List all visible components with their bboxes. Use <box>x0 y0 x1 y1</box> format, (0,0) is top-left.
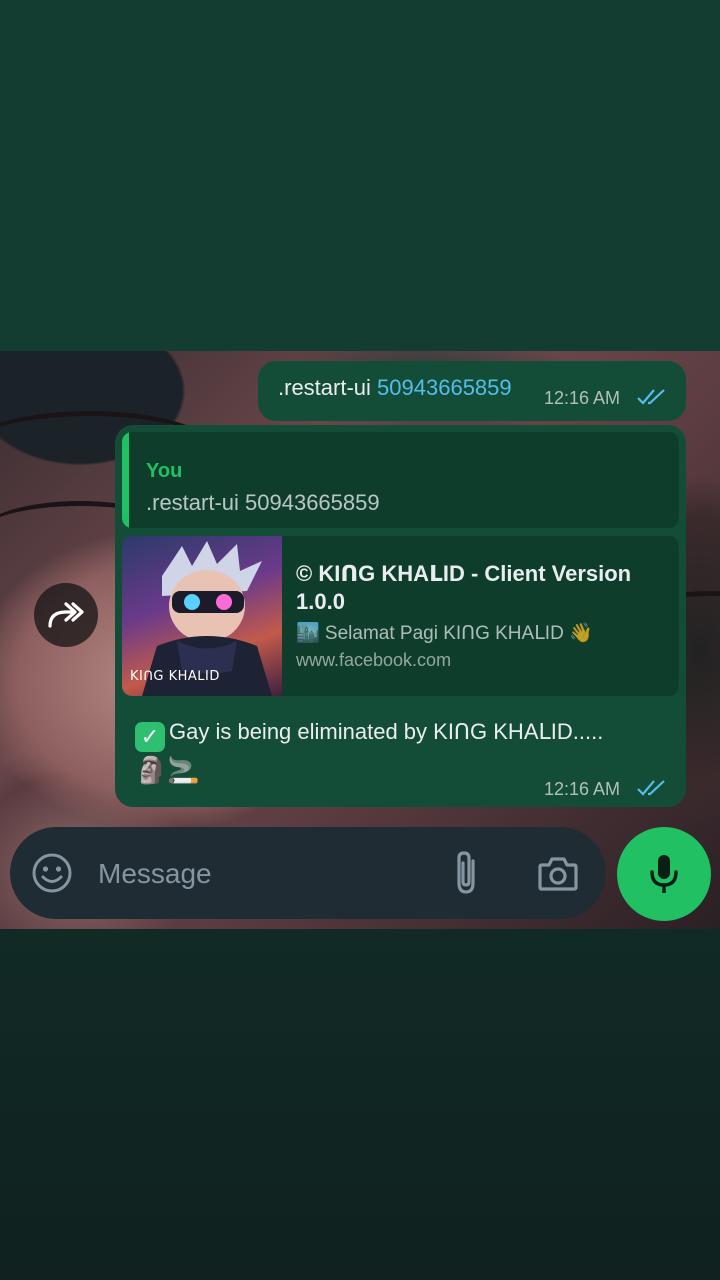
quote-text: .restart-ui 50943665859 <box>146 490 380 515</box>
trailing-emojis: 🗿🚬 <box>135 755 200 785</box>
check-mark-emoji: ✓ <box>135 722 165 752</box>
chat-area[interactable]: .restart-ui 50943665859 12:16 AM You .re… <box>0 351 720 929</box>
message-input[interactable] <box>96 855 440 893</box>
message-body: Gay is being eliminated by KIᑎG KHAᒪID..… <box>169 719 604 744</box>
outgoing-message[interactable]: You .restart-ui 50943665859 KIᑎG KHAᒪID … <box>115 425 686 807</box>
outgoing-message[interactable]: .restart-ui 50943665859 12:16 AM <box>258 361 686 421</box>
link-preview[interactable]: KIᑎG KHAᒪID © KIᑎG KHAᒪID - Client Versi… <box>122 536 679 696</box>
microphone-icon <box>650 855 678 893</box>
preview-title: © KIᑎG KHAᒪID - Client Version 1.0.0 <box>296 561 632 614</box>
quoted-message[interactable]: You .restart-ui 50943665859 <box>122 432 679 528</box>
emoji-icon[interactable] <box>30 851 74 895</box>
message-time: 12:16 AM <box>544 779 621 799</box>
top-background <box>0 0 720 351</box>
message-text: ✓ Gay is being eliminated by KIᑎG KHAᒪID.… <box>135 717 675 752</box>
preview-site[interactable]: www.facebook.com <box>296 650 451 671</box>
paperclip-icon[interactable] <box>447 849 485 897</box>
phone-link[interactable]: 50943665859 <box>377 375 512 400</box>
forward-icon <box>48 602 84 628</box>
forward-button[interactable] <box>34 583 98 647</box>
quote-author: You <box>146 460 183 482</box>
preview-description: 🏙️ Selamat Pagi KIᑎG KHAᒪID 👋 <box>296 623 593 644</box>
message-time: 12:16 AM <box>544 388 621 408</box>
message-composer <box>10 827 606 919</box>
message-text: .restart-ui 50943665859 <box>278 375 512 401</box>
quote-bar <box>122 432 129 528</box>
thumbnail-caption: KIᑎG KHAᒪID <box>130 669 220 684</box>
voice-record-button[interactable] <box>617 827 711 921</box>
bottom-background <box>0 929 720 1280</box>
camera-icon[interactable] <box>536 851 580 895</box>
double-check-icon <box>637 389 665 405</box>
double-check-icon <box>637 780 665 796</box>
command-text: .restart-ui <box>278 375 371 400</box>
preview-thumbnail: KIᑎG KHAᒪID <box>122 536 282 696</box>
